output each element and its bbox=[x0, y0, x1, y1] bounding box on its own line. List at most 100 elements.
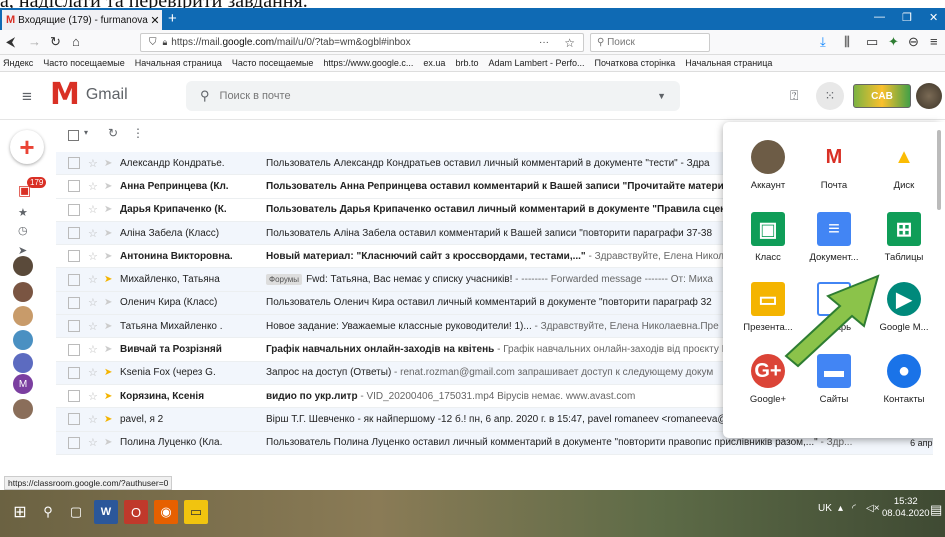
bookmark-item[interactable]: Часто посещаемые bbox=[232, 58, 314, 68]
library-icon[interactable]: ⫼ bbox=[844, 34, 850, 50]
row-checkbox[interactable] bbox=[68, 273, 80, 286]
starred-icon[interactable]: ★ bbox=[18, 206, 28, 219]
row-checkbox[interactable] bbox=[68, 296, 80, 309]
opera-icon[interactable]: O bbox=[124, 500, 148, 524]
browser-search-input[interactable]: ⚲ Поиск bbox=[590, 33, 710, 52]
back-icon[interactable]: ⮜ bbox=[6, 34, 15, 50]
contact-avatar[interactable] bbox=[13, 399, 33, 419]
contact-avatar[interactable] bbox=[13, 282, 33, 302]
bookmark-item[interactable]: https://www.google.c... bbox=[323, 58, 413, 68]
new-tab-button[interactable]: + bbox=[168, 10, 177, 27]
important-marker-icon[interactable]: ➤ bbox=[104, 321, 118, 332]
star-icon[interactable]: ☆ bbox=[88, 366, 100, 379]
contact-avatar[interactable] bbox=[13, 306, 33, 326]
select-dropdown-icon[interactable]: ▾ bbox=[84, 128, 88, 137]
star-icon[interactable]: ☆ bbox=[88, 320, 100, 333]
row-checkbox[interactable] bbox=[68, 250, 80, 263]
firefox-icon[interactable]: ◉ bbox=[154, 500, 178, 524]
row-checkbox[interactable] bbox=[68, 227, 80, 240]
row-checkbox[interactable] bbox=[68, 180, 80, 193]
row-checkbox[interactable] bbox=[68, 390, 80, 403]
gmail-logo[interactable]: M Gmail bbox=[50, 80, 128, 110]
bookmark-item[interactable]: Начальная страница bbox=[135, 58, 222, 68]
forward-icon[interactable]: → bbox=[28, 34, 41, 49]
volume-icon[interactable]: ◁× bbox=[866, 503, 880, 514]
language-indicator[interactable]: UK bbox=[818, 503, 832, 514]
bookmark-item[interactable]: ex.ua bbox=[423, 58, 445, 68]
important-marker-icon[interactable]: ➤ bbox=[104, 158, 118, 169]
windows-start-icon[interactable]: ⊞ bbox=[8, 500, 32, 524]
star-icon[interactable]: ☆ bbox=[88, 390, 100, 403]
important-marker-icon[interactable]: ➤ bbox=[104, 437, 118, 448]
important-marker-icon[interactable]: ➤ bbox=[104, 367, 118, 378]
search-icon[interactable]: ⚲ bbox=[36, 500, 60, 524]
star-icon[interactable]: ☆ bbox=[88, 296, 100, 309]
important-marker-icon[interactable]: ➤ bbox=[104, 414, 118, 425]
task-view-icon[interactable]: ▢ bbox=[64, 500, 88, 524]
important-marker-icon[interactable]: ➤ bbox=[104, 297, 118, 308]
contact-avatar[interactable] bbox=[13, 353, 33, 373]
row-checkbox[interactable] bbox=[68, 366, 80, 379]
help-icon[interactable]: ⍰ bbox=[790, 87, 798, 104]
star-icon[interactable]: ☆ bbox=[88, 203, 100, 216]
star-icon[interactable]: ☆ bbox=[88, 436, 100, 449]
bookmark-item[interactable]: Часто посещаемые bbox=[43, 58, 125, 68]
snoozed-icon[interactable]: ◷ bbox=[18, 224, 28, 237]
important-marker-icon[interactable]: ➤ bbox=[104, 251, 118, 262]
important-marker-icon[interactable]: ➤ bbox=[104, 228, 118, 239]
important-marker-icon[interactable]: ➤ bbox=[104, 274, 118, 285]
clock[interactable]: 15:32 08.04.2020 bbox=[882, 496, 930, 520]
star-icon[interactable]: ☆ bbox=[88, 157, 100, 170]
app-item[interactable]: ≡ Документ... bbox=[799, 212, 869, 263]
compose-button[interactable]: + bbox=[10, 130, 44, 164]
app-item[interactable]: ⊞ Таблицы bbox=[869, 212, 939, 263]
star-icon[interactable]: ☆ bbox=[88, 180, 100, 193]
row-checkbox[interactable] bbox=[68, 436, 80, 449]
account-icon[interactable]: ⊖ bbox=[908, 34, 919, 50]
contact-avatar[interactable] bbox=[13, 330, 33, 350]
home-icon[interactable]: ⌂ bbox=[72, 34, 80, 49]
row-checkbox[interactable] bbox=[68, 320, 80, 333]
contact-avatar[interactable] bbox=[13, 256, 33, 276]
important-marker-icon[interactable]: ➤ bbox=[104, 204, 118, 215]
row-checkbox[interactable] bbox=[68, 157, 80, 170]
sidebar-icon[interactable]: ▭ bbox=[866, 34, 878, 50]
row-checkbox[interactable] bbox=[68, 343, 80, 356]
downloads-icon[interactable]: ⤓ bbox=[820, 34, 826, 50]
select-all-checkbox[interactable] bbox=[68, 130, 79, 141]
star-icon[interactable]: ☆ bbox=[88, 250, 100, 263]
refresh-icon[interactable]: ↻ bbox=[108, 126, 118, 140]
star-icon[interactable]: ☆ bbox=[88, 273, 100, 286]
app-item[interactable]: ▣ Класс bbox=[733, 212, 803, 263]
bookmark-item[interactable]: brb.to bbox=[455, 58, 478, 68]
browser-tab[interactable]: M Входящие (179) - furmanova@ ✕ bbox=[2, 10, 162, 30]
important-marker-icon[interactable]: ➤ bbox=[104, 344, 118, 355]
notifications-icon[interactable]: ▤ bbox=[930, 502, 942, 518]
important-marker-icon[interactable]: ➤ bbox=[104, 391, 118, 402]
scrollbar-thumb[interactable] bbox=[937, 130, 941, 210]
row-checkbox[interactable] bbox=[68, 203, 80, 216]
row-checkbox[interactable] bbox=[68, 413, 80, 426]
bookmark-item[interactable]: Яндекс bbox=[3, 58, 33, 68]
apps-grid-button[interactable]: ⁙ bbox=[816, 82, 844, 110]
bookmark-item[interactable]: Adam Lambert - Perfo... bbox=[488, 58, 584, 68]
close-window-icon[interactable]: ✕ bbox=[929, 11, 938, 24]
bookmark-star-icon[interactable]: ☆ bbox=[564, 36, 575, 50]
tray-expand-icon[interactable]: ▴ bbox=[838, 503, 843, 514]
reload-icon[interactable]: ↻ bbox=[50, 34, 61, 50]
app-item[interactable]: Аккаунт bbox=[733, 140, 803, 191]
important-marker-icon[interactable]: ➤ bbox=[104, 181, 118, 192]
mail-search-input[interactable]: ⚲ Поиск в почте ▼ bbox=[186, 81, 680, 111]
minimize-icon[interactable]: — bbox=[874, 11, 885, 23]
star-icon[interactable]: ☆ bbox=[88, 413, 100, 426]
word-icon[interactable]: W bbox=[94, 500, 118, 524]
network-icon[interactable]: ◜ bbox=[852, 503, 856, 514]
menu-icon[interactable]: ≡ bbox=[930, 34, 938, 49]
close-tab-icon[interactable]: ✕ bbox=[148, 14, 162, 27]
bookmark-item[interactable]: Початкова сторінка bbox=[595, 58, 676, 68]
user-avatar[interactable] bbox=[916, 83, 942, 109]
page-actions-icon[interactable]: ··· bbox=[539, 37, 549, 48]
restore-icon[interactable]: ❐ bbox=[902, 11, 912, 24]
extension-icon[interactable]: ✦ bbox=[888, 34, 899, 50]
contact-avatar-m[interactable]: M bbox=[13, 374, 33, 394]
